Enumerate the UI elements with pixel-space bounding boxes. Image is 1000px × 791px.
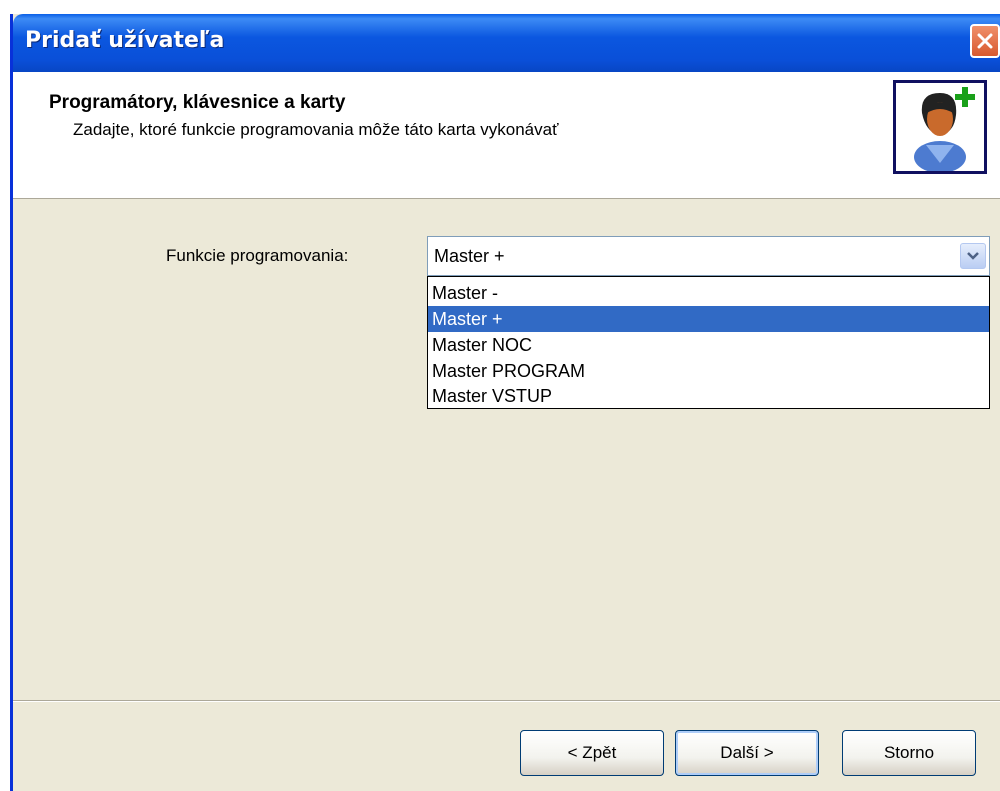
close-icon [977, 33, 993, 49]
page-subtitle: Zadajte, ktoré funkcie programovania môž… [73, 120, 559, 139]
page-title: Programátory, klávesnice a karty [49, 92, 346, 113]
close-button[interactable] [970, 24, 1000, 58]
footer-divider [13, 700, 1000, 702]
wizard-header: Programátory, klávesnice a karty Zadajte… [13, 72, 1000, 199]
dialog-window: Pridať užívateľa Programátory, klávesnic… [10, 14, 1000, 791]
programming-functions-select[interactable]: Master + [427, 236, 990, 276]
title-bar[interactable]: Pridať užívateľa [13, 14, 1000, 72]
select-value: Master + [434, 246, 505, 266]
dropdown-option-selected[interactable]: Master + [428, 306, 989, 332]
next-button[interactable]: Další > [675, 730, 819, 776]
dropdown-option[interactable]: Master - [428, 280, 989, 306]
dropdown-option[interactable]: Master PROGRAM [428, 358, 989, 384]
dropdown-option[interactable]: Master VSTUP [428, 383, 989, 409]
programming-functions-label: Funkcie programovania: [166, 246, 349, 265]
add-user-icon [893, 80, 987, 174]
dropdown-button[interactable] [960, 243, 986, 269]
dropdown-list: Master - Master + Master NOC Master PROG… [427, 276, 990, 409]
chevron-down-icon [967, 252, 979, 260]
window-title: Pridať užívateľa [25, 28, 225, 53]
back-button[interactable]: < Zpět [520, 730, 664, 776]
dropdown-option[interactable]: Master NOC [428, 332, 989, 358]
cancel-button[interactable]: Storno [842, 730, 976, 776]
